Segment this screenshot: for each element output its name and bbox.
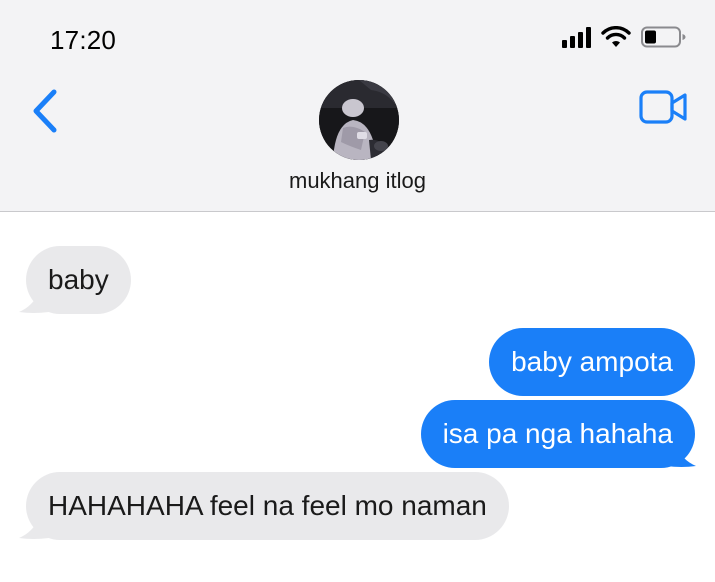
avatar-photo [319, 80, 399, 160]
message-bubble-incoming[interactable]: HAHAHAHA feel na feel mo naman [26, 472, 509, 540]
status-bar-icons [562, 26, 687, 48]
back-button[interactable] [28, 86, 64, 136]
cellular-signal-icon [562, 26, 591, 48]
facetime-video-button[interactable] [639, 89, 689, 125]
message-bubble-incoming[interactable]: baby [26, 246, 131, 314]
chevron-left-icon [33, 89, 57, 133]
message-bubble-outgoing[interactable]: baby ampota [489, 328, 695, 396]
battery-icon [641, 26, 687, 48]
contact-avatar[interactable] [319, 80, 399, 160]
status-bar-time: 17:20 [50, 25, 117, 55]
video-camera-icon [639, 90, 687, 124]
message-bubble-outgoing[interactable]: isa pa nga hahaha [420, 400, 695, 468]
wifi-icon [601, 26, 631, 48]
contact-name[interactable]: mukhang itlog [0, 168, 715, 194]
conversation-header: 17:20 mukhang itlog [0, 0, 715, 212]
messages-screen: 17:20 mukhang itlog baby baby ampota isa… [0, 0, 715, 582]
